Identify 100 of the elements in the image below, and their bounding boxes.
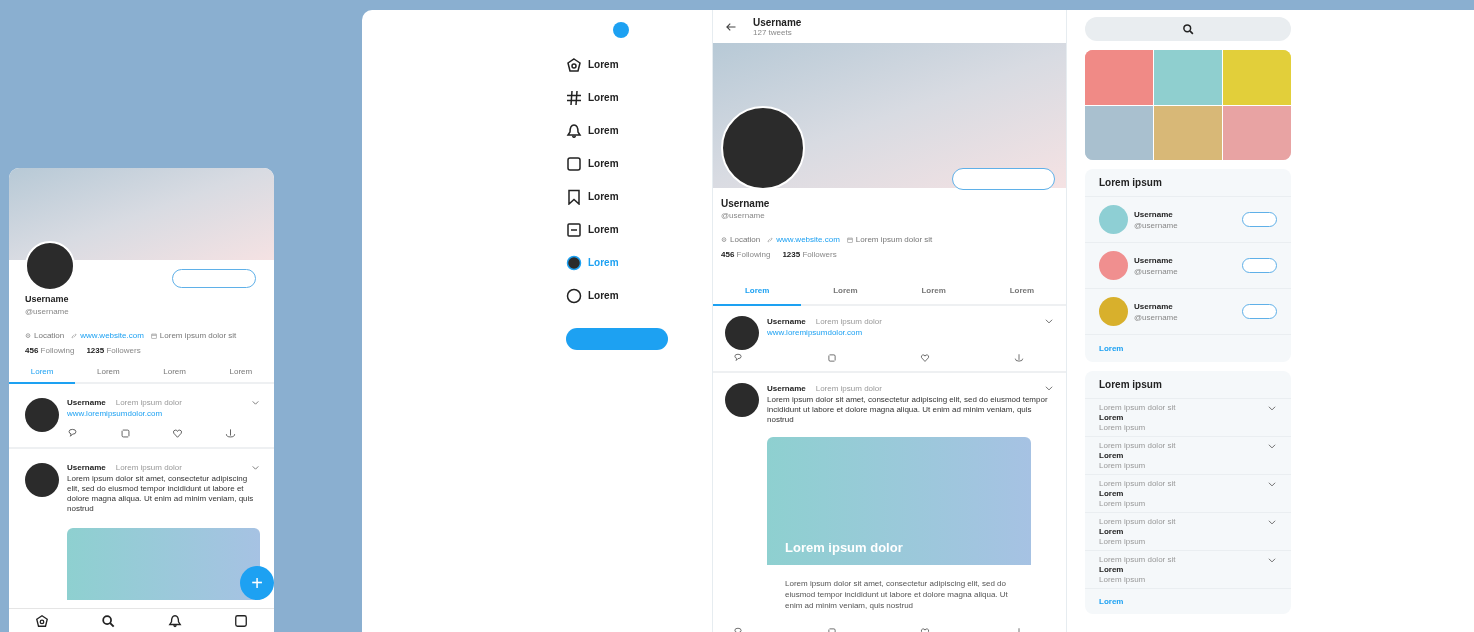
profile-tab[interactable]: Lorem bbox=[75, 362, 142, 384]
calendar-icon bbox=[150, 332, 157, 339]
follow-button[interactable] bbox=[172, 269, 256, 288]
trend-title[interactable]: Lorem bbox=[1099, 489, 1267, 498]
trend-subtitle: Lorem ipsum bbox=[1099, 461, 1147, 470]
profile-tab[interactable]: Lorem bbox=[889, 276, 978, 306]
trend-category: Lorem ipsum dolor sit bbox=[1099, 441, 1177, 450]
calendar-icon bbox=[846, 236, 853, 243]
chevron-down-icon[interactable] bbox=[1267, 479, 1277, 489]
home-icon[interactable] bbox=[35, 614, 50, 628]
profile-icon bbox=[566, 254, 582, 271]
following-count[interactable]: 456 Following bbox=[721, 250, 771, 259]
chevron-down-icon[interactable] bbox=[1267, 441, 1277, 451]
tweet-count: 127 tweets bbox=[753, 27, 793, 37]
nav-item[interactable]: Lorem bbox=[566, 180, 619, 213]
tweet-button[interactable] bbox=[566, 328, 668, 350]
post-meta: Lorem ipsum dolor bbox=[115, 398, 182, 407]
comment-icon[interactable] bbox=[67, 428, 78, 439]
trend-title[interactable]: Lorem bbox=[1099, 565, 1267, 574]
bookmark-icon bbox=[566, 188, 582, 205]
post-author: Username bbox=[767, 316, 806, 326]
share-icon[interactable] bbox=[1013, 353, 1024, 363]
heart-icon[interactable] bbox=[920, 353, 931, 363]
bell-icon[interactable] bbox=[167, 614, 182, 628]
user-handle: @username bbox=[1134, 312, 1179, 322]
nav-item[interactable]: Lorem bbox=[566, 114, 619, 147]
chevron-down-icon[interactable] bbox=[1044, 383, 1054, 393]
post-meta: Lorem ipsum dolor bbox=[815, 383, 882, 393]
chevron-down-icon[interactable] bbox=[1267, 517, 1277, 527]
nav-item[interactable]: Lorem bbox=[566, 213, 619, 246]
trend-category: Lorem ipsum dolor sit bbox=[1099, 479, 1177, 488]
trend-category: Lorem ipsum dolor sit bbox=[1099, 555, 1177, 564]
media-thumbnail[interactable] bbox=[1223, 105, 1291, 160]
profile-tab[interactable]: Lorem bbox=[141, 362, 208, 384]
location-icon bbox=[721, 236, 727, 243]
user-name: Username bbox=[1134, 301, 1174, 311]
trend-subtitle: Lorem ipsum bbox=[1099, 423, 1147, 432]
follow-button[interactable] bbox=[952, 168, 1055, 190]
search-field[interactable] bbox=[1085, 17, 1291, 41]
nav-item[interactable]: Lorem bbox=[566, 81, 619, 114]
post-meta: Lorem ipsum dolor bbox=[815, 316, 882, 326]
user-avatar bbox=[725, 383, 759, 417]
profile-tab[interactable]: Lorem bbox=[801, 276, 890, 306]
nav-item[interactable]: Lorem bbox=[566, 147, 619, 180]
trend-category: Lorem ipsum dolor sit bbox=[1099, 517, 1177, 526]
followers-count[interactable]: 1235 Followers bbox=[86, 346, 141, 355]
nav-item[interactable]: Lorem bbox=[566, 279, 619, 312]
profile-name: Username bbox=[25, 294, 69, 304]
post-text: Lorem ipsum dolor sit amet, consectetur adipiscing elit, sed do eiusmod tempor incididunt ut labore et dolore magna aliqua. Ut enim ad minim veniam, quis nostrud bbox=[767, 395, 1049, 425]
followers-count[interactable]: 1235 Followers bbox=[782, 250, 837, 259]
comment-icon[interactable] bbox=[733, 353, 743, 363]
follow-button[interactable] bbox=[1242, 304, 1277, 319]
trend-subtitle: Lorem ipsum bbox=[1099, 537, 1147, 546]
media-thumbnail[interactable] bbox=[1154, 105, 1222, 160]
media-thumbnail[interactable] bbox=[1223, 50, 1291, 105]
profile-tab[interactable]: Lorem bbox=[207, 362, 274, 384]
link-icon bbox=[767, 236, 774, 243]
post-text: Lorem ipsum dolor sit amet, consectetur adipiscing elit, sed do eiusmod tempor incididunt ut labore et dolore magna aliqua. Ut enim ad minim veniam, quis nostrud bbox=[67, 474, 255, 514]
chevron-down-icon[interactable] bbox=[1044, 316, 1054, 326]
profile-handle: @username bbox=[721, 211, 765, 220]
header-title: Username bbox=[753, 16, 802, 28]
chevron-down-icon[interactable] bbox=[1267, 403, 1277, 413]
chevron-down-icon[interactable] bbox=[251, 398, 260, 407]
repost-icon[interactable] bbox=[826, 353, 837, 363]
trend-subtitle: Lorem ipsum bbox=[1099, 575, 1147, 584]
trend-category: Lorem ipsum dolor sit bbox=[1099, 403, 1177, 412]
post-author: Username bbox=[67, 398, 106, 407]
follow-button[interactable] bbox=[1242, 212, 1277, 227]
square-icon[interactable] bbox=[233, 614, 248, 628]
media-thumbnail[interactable] bbox=[1085, 50, 1153, 105]
circle-icon bbox=[566, 287, 582, 304]
media-thumbnail[interactable] bbox=[1085, 105, 1153, 160]
trend-title[interactable]: Lorem bbox=[1099, 451, 1267, 460]
nav-item[interactable]: Lorem bbox=[566, 48, 619, 81]
card-title: Lorem ipsum bbox=[1085, 371, 1291, 399]
trend-title[interactable]: Lorem bbox=[1099, 527, 1267, 536]
user-handle: @username bbox=[1134, 220, 1179, 230]
user-avatar bbox=[25, 463, 59, 497]
profile-tab[interactable]: Lorem bbox=[977, 276, 1066, 306]
back-arrow-icon[interactable] bbox=[725, 20, 737, 33]
share-icon[interactable] bbox=[224, 428, 236, 439]
chevron-down-icon[interactable] bbox=[1267, 555, 1277, 565]
list-icon bbox=[566, 221, 582, 238]
user-name: Username bbox=[1134, 255, 1174, 265]
repost-icon[interactable] bbox=[119, 428, 131, 439]
logo-icon[interactable] bbox=[613, 22, 629, 38]
following-count[interactable]: 456 Following bbox=[25, 346, 75, 355]
post-meta: Lorem ipsum dolor bbox=[115, 463, 182, 472]
media-thumbnail[interactable] bbox=[1154, 50, 1222, 105]
hashtag-icon bbox=[566, 89, 582, 106]
location-text: Location bbox=[730, 235, 761, 244]
follow-button[interactable] bbox=[1242, 258, 1277, 273]
trend-title[interactable]: Lorem bbox=[1099, 413, 1267, 422]
location-text: Location bbox=[34, 331, 65, 340]
heart-icon[interactable] bbox=[172, 428, 184, 439]
search-icon[interactable] bbox=[101, 614, 116, 628]
chevron-down-icon[interactable] bbox=[251, 463, 260, 472]
link-icon bbox=[71, 332, 78, 339]
search-icon bbox=[1182, 23, 1194, 35]
media-caption: Lorem ipsum dolor bbox=[785, 540, 903, 555]
